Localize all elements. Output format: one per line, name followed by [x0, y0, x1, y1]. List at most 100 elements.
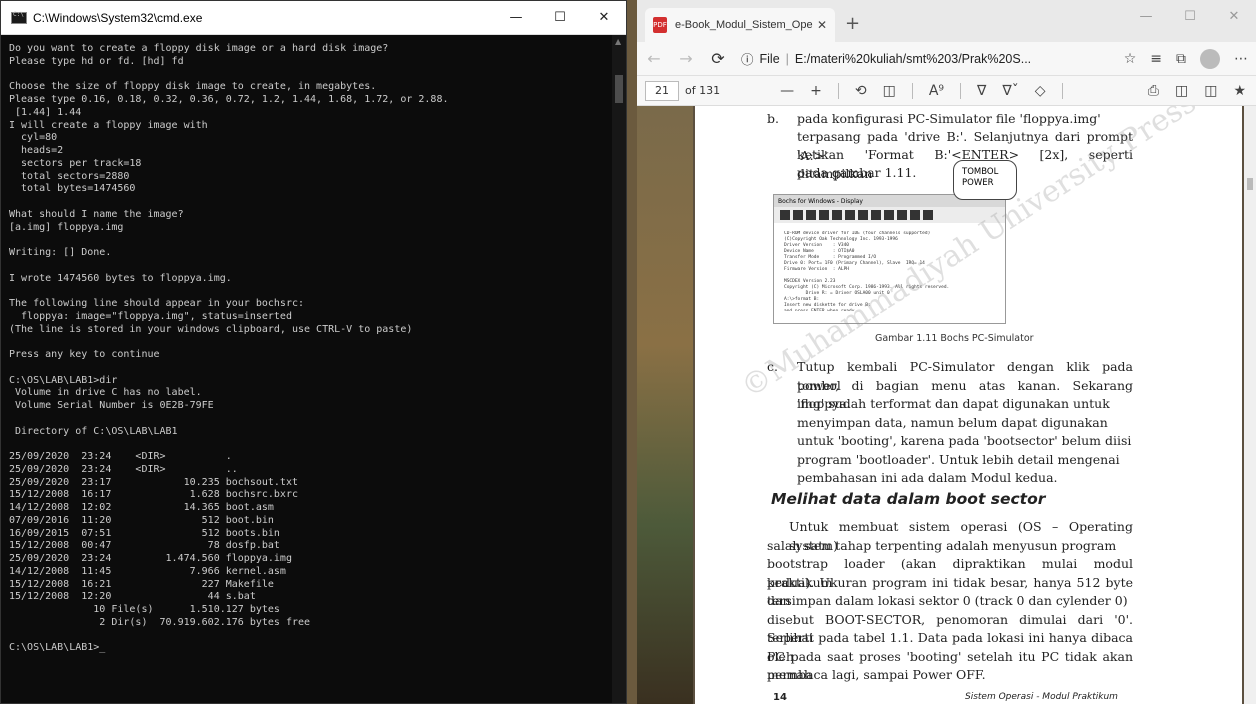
cmd-line: 15/12/2008 12:20 44 s.bat — [9, 591, 256, 603]
cmd-line: 2 Dir(s) 70.919.602.176 bytes free — [9, 616, 311, 628]
cmd-line: The following line should appear in your… — [9, 298, 305, 309]
figure-callout: TOMBOL POWER — [953, 160, 1017, 200]
cmd-line: [1.44] 1.44 — [9, 106, 82, 118]
fit-page-icon[interactable]: ◫ — [883, 83, 896, 99]
divider — [911, 82, 913, 99]
cmd-line: 25/09/2020 23:17 10.235 bochsout.txt — [9, 476, 298, 488]
refresh-icon[interactable]: ⟳ — [709, 49, 727, 68]
tab-close-icon[interactable]: ✕ — [817, 18, 827, 32]
cmd-titlebar[interactable]: C:\Windows\System32\cmd.exe — ☐ ✕ — [1, 1, 626, 35]
cmd-line: (The line is stored in your windows clip… — [9, 323, 413, 335]
pin-icon[interactable]: ★ — [1233, 83, 1246, 99]
cmd-line — [9, 196, 612, 209]
item-c-line: untuk 'booting', karena pada 'bootsector… — [797, 433, 1132, 448]
cmd-scrollbar[interactable]: ▲ — [612, 35, 626, 703]
new-tab-icon[interactable]: + — [845, 13, 860, 34]
print-icon[interactable]: ⎙ — [1148, 83, 1159, 99]
edge-window[interactable]: PDF e-Book_Modul_Sistem_Operasi.p ✕ + — … — [637, 0, 1256, 704]
tab-title: e-Book_Modul_Sistem_Operasi.p — [675, 19, 813, 31]
cmd-line — [9, 336, 612, 349]
cmd-app-icon — [11, 11, 27, 24]
item-c-line: program 'bootloader'. Untuk lebih detail… — [797, 451, 1120, 467]
cmd-line — [9, 260, 612, 273]
favorite-icon[interactable]: ☆ — [1124, 51, 1137, 67]
close-icon[interactable]: ✕ — [582, 1, 626, 35]
cmd-line — [9, 630, 612, 643]
rotate-icon[interactable]: ⟲ — [855, 83, 867, 99]
cmd-line — [9, 69, 612, 82]
url-text: E:/materi%20kuliah/smt%203/Prak%20S... — [794, 51, 1032, 66]
cmd-line: total bytes=1474560 — [9, 183, 136, 195]
cmd-console[interactable]: Do you want to create a floppy disk imag… — [1, 35, 612, 703]
cmd-line — [9, 438, 612, 451]
cmd-line — [9, 362, 612, 375]
highlight-icon[interactable]: ∇ˇ — [1002, 83, 1018, 99]
save-icon[interactable]: ◫ — [1175, 83, 1188, 99]
cmd-line: total sectors=2880 — [9, 170, 130, 182]
figure-toolbar — [774, 207, 1005, 223]
cmd-line: sectors per track=18 — [9, 157, 142, 169]
forward-icon[interactable]: → — [677, 49, 695, 68]
minimize-icon[interactable]: — — [1124, 0, 1168, 32]
cmd-line: 15/12/2008 16:17 1.628 bochsrc.bxrc — [9, 489, 298, 501]
cmd-scroll-thumb[interactable] — [615, 75, 623, 103]
desktop-background — [637, 106, 693, 704]
cmd-line: Volume Serial Number is 0E2B-79FE — [9, 400, 214, 411]
cmd-line: I wrote 1474560 bytes to floppya.img. — [9, 272, 232, 284]
cmd-window[interactable]: C:\Windows\System32\cmd.exe — ☐ ✕ Do you… — [0, 0, 627, 704]
pdf-viewer[interactable]: b. pada konfigurasi PC-Simulator file 'f… — [637, 106, 1256, 704]
maximize-icon[interactable]: ☐ — [1168, 0, 1212, 32]
scroll-up-icon[interactable]: ▲ — [615, 37, 621, 46]
tab-pdf[interactable]: PDF e-Book_Modul_Sistem_Operasi.p ✕ — [645, 8, 835, 42]
address-bar-row: ← → ⟳ ⓘ File | E:/materi%20kuliah/smt%20… — [637, 42, 1256, 76]
draw-icon[interactable]: ∇ — [977, 83, 986, 99]
cmd-line: Writing: [] Done. — [9, 247, 112, 258]
cmd-line: 15/12/2008 00:47 78 dosfp.bat — [9, 540, 280, 552]
cmd-line: Please type hd or fd. [hd] fd — [9, 55, 184, 67]
cmd-line: floppya: image="floppya.img", status=ins… — [9, 310, 292, 322]
item-c-line: img' sudah terformat dan dapat digunakan… — [797, 396, 1110, 411]
cmd-line: 10 File(s) 1.510.127 bytes — [9, 604, 280, 615]
page-number-input[interactable]: 21 — [645, 80, 679, 101]
cmd-line: Choose the size of floppy disk image to … — [9, 81, 377, 93]
minimize-icon[interactable]: — — [494, 1, 538, 35]
erase-icon[interactable]: ◇ — [1035, 83, 1046, 99]
pdf-icon: PDF — [653, 17, 667, 33]
body-line: tersimpan dalam lokasi sektor 0 (track 0… — [767, 593, 1128, 608]
close-icon[interactable]: ✕ — [1212, 0, 1256, 32]
info-icon[interactable]: ⓘ — [741, 49, 754, 68]
cmd-line: Volume in drive C has no label. — [9, 387, 202, 399]
cmd-line: Directory of C:\OS\LAB\LAB1 — [9, 425, 178, 437]
page-total: of 131 — [685, 84, 721, 97]
url-field[interactable]: ⓘ File | E:/materi%20kuliah/smt%203/Prak… — [741, 49, 1110, 68]
cmd-line: cyl=80 — [9, 132, 58, 144]
cmd-line: 25/09/2020 23:24 <DIR> .. — [9, 463, 238, 475]
maximize-icon[interactable]: ☐ — [538, 1, 582, 35]
pdf-scrollbar[interactable] — [1244, 106, 1256, 704]
zoom-out-icon[interactable]: — — [780, 83, 794, 99]
cmd-line: 14/12/2008 12:02 14.365 boot.asm — [9, 502, 274, 513]
collections-icon[interactable]: ⧉ — [1176, 51, 1186, 67]
item-b-marker: b. — [767, 111, 779, 126]
cmd-line: 16/09/2015 07:51 512 boots.bin — [9, 527, 280, 539]
cmd-line: What should I name the image? — [9, 208, 184, 220]
zoom-in-icon[interactable]: + — [810, 83, 822, 99]
profile-icon[interactable] — [1200, 48, 1220, 69]
pdf-scroll-thumb[interactable] — [1247, 178, 1253, 190]
more-icon[interactable]: ⋯ — [1234, 51, 1248, 67]
item-c-line: menyimpan data, namun belum dapat diguna… — [797, 414, 1108, 430]
favorites-list-icon[interactable]: ≡ — [1150, 51, 1162, 67]
save-as-icon[interactable]: ◫ — [1204, 83, 1217, 99]
pdf-toolbar: 21 of 131 — + ⟲ ◫ A⁹ ∇ ∇ˇ ◇ ⎙ ◫ ◫ ★ — [637, 76, 1256, 106]
url-scheme: File — [759, 51, 780, 66]
cmd-line: heads=2 — [9, 145, 64, 156]
page-footer-title: Sistem Operasi - Modul Praktikum — [965, 692, 1118, 702]
cmd-window-title: C:\Windows\System32\cmd.exe — [33, 10, 203, 25]
cmd-line: Please type 0.16, 0.18, 0.32, 0.36, 0.72… — [9, 94, 449, 105]
back-icon[interactable]: ← — [645, 49, 663, 68]
cmd-line: 25/09/2020 23:24 <DIR> . — [9, 451, 232, 462]
read-aloud-icon[interactable]: A⁹ — [929, 83, 944, 99]
cmd-line: 14/12/2008 11:45 7.966 kernel.asm — [9, 565, 286, 577]
page-footer-number: 14 — [773, 692, 787, 703]
cmd-line: C:\OS\LAB\LAB1>dir — [9, 374, 118, 386]
